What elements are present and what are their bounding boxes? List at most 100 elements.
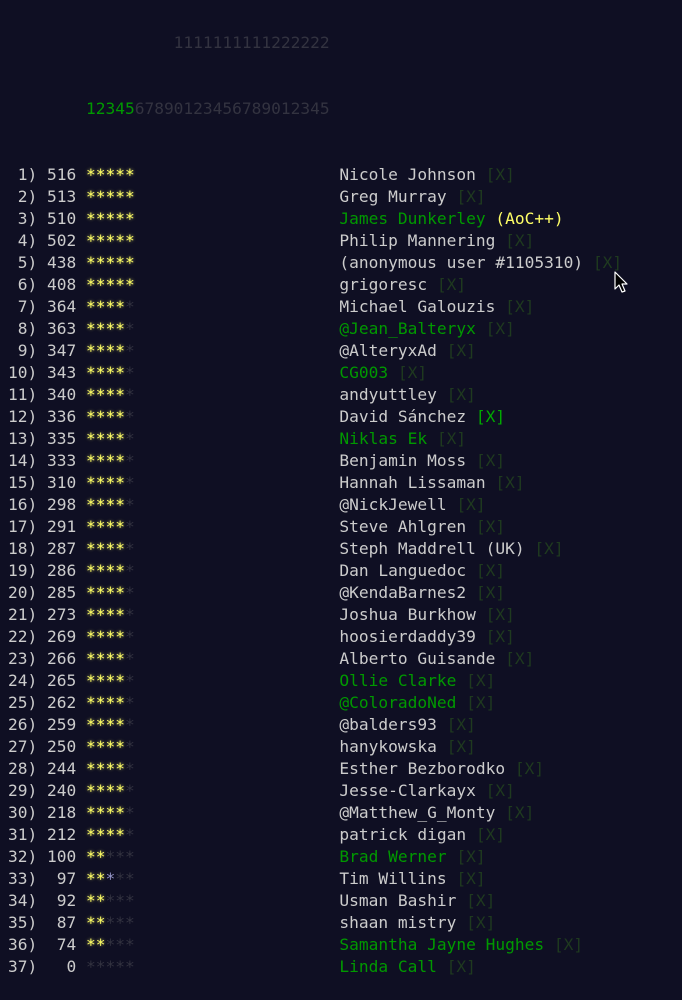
- score-value: 364: [47, 297, 77, 316]
- score-value: 218: [47, 803, 77, 822]
- score-value: 74: [47, 935, 77, 954]
- remove-member-button[interactable]: [X]: [466, 671, 495, 690]
- gold-star-icon: *: [115, 319, 125, 338]
- rank-label: 13): [8, 429, 38, 448]
- gold-star-icon: *: [115, 825, 125, 844]
- remove-member-button[interactable]: [X]: [447, 737, 476, 756]
- remove-member-button[interactable]: [X]: [486, 319, 515, 338]
- remove-member-button[interactable]: [X]: [486, 781, 515, 800]
- aocpp-supporter-badge[interactable]: (AoC++): [495, 209, 563, 228]
- gold-star-icon: *: [95, 407, 106, 426]
- member-name-link[interactable]: @Jean_Balteryx: [339, 319, 475, 338]
- gold-star-icon: *: [86, 913, 96, 932]
- gold-star-icon: *: [86, 363, 96, 382]
- unearned-star-icon: *: [115, 891, 125, 910]
- remove-member-button[interactable]: [X]: [476, 583, 505, 602]
- member-name-link[interactable]: Brad Werner: [339, 847, 446, 866]
- rank-label: 34): [8, 891, 38, 910]
- gold-star-icon: *: [86, 209, 96, 228]
- remove-member-button[interactable]: [X]: [456, 847, 485, 866]
- remove-member-button[interactable]: [X]: [476, 561, 505, 580]
- remove-member-button[interactable]: [X]: [456, 869, 485, 888]
- remove-member-button[interactable]: [X]: [534, 539, 563, 558]
- gold-star-icon: *: [115, 561, 125, 580]
- gold-star-icon: *: [86, 935, 96, 954]
- leaderboard-row: 34) 92 ***** Usman Bashir [X]: [8, 890, 622, 912]
- gold-star-icon: *: [115, 649, 125, 668]
- remove-member-button[interactable]: [X]: [505, 803, 534, 822]
- gold-star-icon: *: [95, 561, 106, 580]
- remove-member-button[interactable]: [X]: [486, 605, 515, 624]
- remove-member-button[interactable]: [X]: [456, 495, 485, 514]
- star-progress: *****: [86, 737, 135, 756]
- gold-star-icon: *: [95, 825, 106, 844]
- gold-star-icon: *: [86, 605, 96, 624]
- unearned-star-icon: *: [115, 957, 125, 976]
- gold-star-icon: *: [86, 561, 96, 580]
- remove-member-button[interactable]: [X]: [476, 825, 505, 844]
- remove-member-button[interactable]: [X]: [505, 649, 534, 668]
- member-name-link[interactable]: Niklas Ek: [339, 429, 427, 448]
- member-name-link[interactable]: Linda Call: [339, 957, 436, 976]
- gold-star-icon: *: [125, 231, 135, 250]
- gold-star-icon: *: [115, 429, 125, 448]
- gold-star-icon: *: [95, 913, 106, 932]
- remove-member-button[interactable]: [X]: [466, 891, 495, 910]
- remove-member-button[interactable]: [X]: [515, 759, 544, 778]
- remove-member-button[interactable]: [X]: [437, 429, 466, 448]
- remove-member-button[interactable]: [X]: [593, 253, 622, 272]
- remove-member-button[interactable]: [X]: [466, 913, 495, 932]
- gold-star-icon: *: [86, 671, 96, 690]
- remove-member-button[interactable]: [X]: [447, 957, 476, 976]
- remove-member-button[interactable]: [X]: [447, 341, 476, 360]
- rank-label: 19): [8, 561, 38, 580]
- score-value: 286: [47, 561, 77, 580]
- score-value: 262: [47, 693, 77, 712]
- rank-label: 23): [8, 649, 38, 668]
- gold-star-icon: *: [115, 187, 125, 206]
- member-name-link[interactable]: James Dunkerley: [339, 209, 485, 228]
- score-value: 343: [47, 363, 77, 382]
- remove-member-button[interactable]: [X]: [554, 935, 583, 954]
- gold-star-icon: *: [86, 231, 96, 250]
- remove-member-button[interactable]: [X]: [466, 693, 495, 712]
- remove-member-button[interactable]: [X]: [476, 451, 505, 470]
- star-progress: *****: [86, 451, 135, 470]
- gold-star-icon: *: [86, 781, 96, 800]
- star-progress: *****: [86, 319, 135, 338]
- remove-member-button[interactable]: [X]: [495, 473, 524, 492]
- unearned-star-icon: *: [125, 561, 135, 580]
- remove-member-button[interactable]: [X]: [447, 715, 476, 734]
- unearned-star-icon: *: [105, 913, 116, 932]
- remove-member-button[interactable]: [X]: [486, 627, 515, 646]
- remove-member-button[interactable]: [X]: [486, 165, 515, 184]
- gold-star-icon: *: [86, 473, 96, 492]
- gold-star-icon: *: [86, 583, 96, 602]
- member-name-link[interactable]: Ollie Clarke: [339, 671, 456, 690]
- remove-member-button[interactable]: [X]: [476, 517, 505, 536]
- member-name: hoosierdaddy39: [339, 627, 476, 646]
- rank-label: 6): [8, 275, 38, 294]
- rank-label: 35): [8, 913, 38, 932]
- leaderboard-row: 24) 265 ***** Ollie Clarke [X]: [8, 670, 622, 692]
- remove-member-button[interactable]: [X]: [476, 407, 505, 426]
- gold-star-icon: *: [105, 275, 116, 294]
- gold-star-icon: *: [105, 473, 116, 492]
- remove-member-button[interactable]: [X]: [398, 363, 427, 382]
- remove-member-button[interactable]: [X]: [437, 275, 466, 294]
- leaderboard-row: 25) 262 ***** @ColoradoNed [X]: [8, 692, 622, 714]
- gold-star-icon: *: [105, 363, 116, 382]
- gold-star-icon: *: [86, 429, 96, 448]
- leaderboard-row: 8) 363 ***** @Jean_Balteryx [X]: [8, 318, 622, 340]
- score-value: 336: [47, 407, 77, 426]
- gold-star-icon: *: [105, 649, 116, 668]
- remove-member-button[interactable]: [X]: [505, 297, 534, 316]
- score-value: 513: [47, 187, 77, 206]
- remove-member-button[interactable]: [X]: [456, 187, 485, 206]
- remove-member-button[interactable]: [X]: [447, 385, 476, 404]
- member-name-link[interactable]: CG003: [339, 363, 388, 382]
- remove-member-button[interactable]: [X]: [505, 231, 534, 250]
- member-name-link[interactable]: @ColoradoNed: [339, 693, 456, 712]
- member-name-link[interactable]: Samantha Jayne Hughes: [339, 935, 544, 954]
- score-value: 347: [47, 341, 77, 360]
